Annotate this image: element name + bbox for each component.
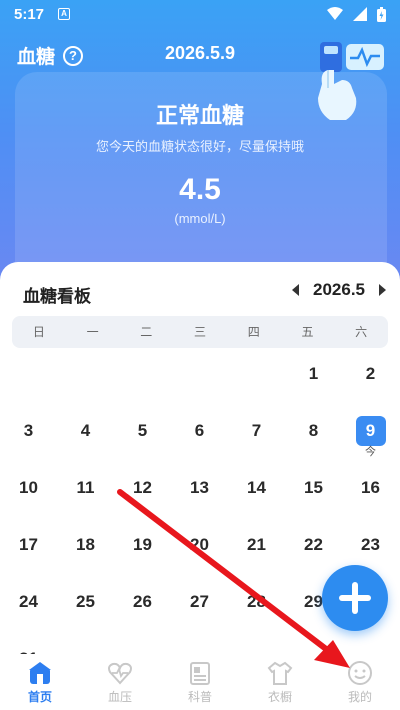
calendar-day[interactable]: 18 bbox=[57, 529, 114, 569]
weekday-label: 二 bbox=[140, 325, 153, 339]
glucose-value: 4.5 bbox=[179, 173, 221, 206]
add-record-button[interactable] bbox=[322, 565, 388, 631]
calendar-day[interactable]: 5 bbox=[114, 415, 171, 455]
tab-label: 血压 bbox=[107, 690, 132, 704]
calendar-day-number: 12 bbox=[133, 478, 152, 497]
calendar-day[interactable]: 25 bbox=[57, 586, 114, 626]
tab-article[interactable]: 科普 bbox=[160, 654, 240, 710]
calendar-day-number: 7 bbox=[251, 421, 262, 440]
calendar-day-number: 17 bbox=[19, 535, 38, 554]
month-label: 2026.5 bbox=[313, 280, 365, 299]
tab-home[interactable]: 首页 bbox=[0, 654, 80, 710]
weekday-label: 五 bbox=[301, 325, 314, 339]
calendar-day-number: 19 bbox=[133, 535, 152, 554]
calendar-day[interactable]: 27 bbox=[171, 586, 228, 626]
calendar-day-number: 11 bbox=[76, 478, 95, 497]
month-navigator: 2026.5 bbox=[292, 280, 386, 300]
calendar-day-number: 24 bbox=[19, 592, 38, 611]
weekday-label: 一 bbox=[86, 325, 99, 339]
signal-icon bbox=[353, 7, 367, 21]
article-icon bbox=[187, 660, 213, 686]
calendar-day[interactable]: 9今 bbox=[342, 415, 399, 458]
calendar-day-number: 8 bbox=[308, 421, 319, 440]
calendar-day-number: 22 bbox=[304, 535, 323, 554]
status-time: 5:17 bbox=[14, 5, 45, 23]
calendar-day[interactable]: 7 bbox=[228, 415, 285, 455]
status-bar: 5:17 A bbox=[0, 0, 400, 28]
weekday-label: 三 bbox=[194, 325, 207, 339]
calendar-day[interactable]: 22 bbox=[285, 529, 342, 569]
calendar-day-number: 6 bbox=[194, 421, 205, 440]
calendar-day[interactable]: 6 bbox=[171, 415, 228, 455]
calendar-day-number: 28 bbox=[247, 592, 266, 611]
calendar-day[interactable]: 19 bbox=[114, 529, 171, 569]
calendar-day-number: 27 bbox=[190, 592, 209, 611]
calendar-day[interactable]: 20 bbox=[171, 529, 228, 569]
weekday-label: 六 bbox=[355, 325, 368, 339]
calendar-day-number: 23 bbox=[361, 535, 380, 554]
tab-heart-pulse[interactable]: 血压 bbox=[80, 654, 160, 710]
calendar-day-number: 29 bbox=[304, 592, 323, 611]
calendar-day-number: 13 bbox=[190, 478, 209, 497]
calendar-day[interactable]: 28 bbox=[228, 586, 285, 626]
calendar-day-number: 16 bbox=[361, 478, 380, 497]
calendar-day-number: 21 bbox=[247, 535, 266, 554]
battery-icon bbox=[377, 6, 386, 22]
calendar-day-number: 3 bbox=[23, 421, 34, 440]
calendar-day-number: 10 bbox=[19, 478, 38, 497]
calendar-day-number: 4 bbox=[80, 421, 91, 440]
board-title: 血糖看板 bbox=[23, 287, 91, 306]
heart-pulse-icon bbox=[107, 660, 133, 686]
calendar-day[interactable]: 4 bbox=[57, 415, 114, 455]
home-icon bbox=[27, 660, 53, 686]
calendar-day[interactable]: 21 bbox=[228, 529, 285, 569]
weekday-label: 日 bbox=[32, 325, 45, 339]
glucose-board: 血糖看板 2026.5 日一二三四五六 1 2 3 4 5 6 7 8 9 今 10 11 12 13 14… bbox=[0, 262, 400, 710]
shirt-icon bbox=[267, 660, 293, 686]
calendar-day[interactable]: 2 bbox=[342, 358, 399, 398]
smile-icon bbox=[347, 660, 373, 686]
calendar-day-number: 2 bbox=[365, 364, 376, 383]
calendar-day-number: 18 bbox=[76, 535, 95, 554]
calendar-day[interactable]: 13 bbox=[171, 472, 228, 512]
calendar-day[interactable]: 14 bbox=[228, 472, 285, 512]
calendar-day[interactable]: 15 bbox=[285, 472, 342, 512]
calendar-day-number: 25 bbox=[76, 592, 95, 611]
tab-label: 衣橱 bbox=[267, 690, 292, 704]
calendar-day[interactable]: 10 bbox=[0, 472, 57, 512]
calendar-day-number: 14 bbox=[247, 478, 266, 497]
weekday-label: 四 bbox=[247, 325, 260, 339]
calendar-day-number: 20 bbox=[190, 535, 209, 554]
weekday-header: 日一二三四五六 bbox=[12, 316, 388, 348]
calendar-day[interactable]: 3 bbox=[0, 415, 57, 455]
tab-label: 首页 bbox=[27, 690, 52, 704]
calendar-day[interactable]: 8 bbox=[285, 415, 342, 455]
calendar-day-number: 9 bbox=[355, 416, 386, 446]
wifi-icon bbox=[327, 7, 343, 20]
tab-label: 科普 bbox=[187, 690, 212, 704]
glucose-status-title: 正常血糖 bbox=[155, 103, 244, 128]
calendar-day[interactable]: 1 bbox=[285, 358, 342, 398]
prev-month-icon[interactable] bbox=[292, 284, 299, 296]
calendar-day[interactable]: 24 bbox=[0, 586, 57, 626]
calendar-day[interactable]: 11 bbox=[57, 472, 114, 512]
calendar-day-number: 26 bbox=[133, 592, 152, 611]
glucose-status-subtitle: 您今天的血糖状态很好，尽量保持哦 bbox=[95, 139, 304, 154]
calendar-day[interactable]: 12 bbox=[114, 472, 171, 512]
calendar-day-number: 1 bbox=[308, 364, 319, 383]
calendar-day[interactable]: 16 bbox=[342, 472, 399, 512]
bottom-tab-bar: 首页 血压 科普 衣橱 我的 bbox=[0, 654, 400, 710]
calendar-day-number: 15 bbox=[304, 478, 323, 497]
tab-smile[interactable]: 我的 bbox=[320, 654, 400, 710]
next-month-icon[interactable] bbox=[379, 284, 386, 296]
calendar-day[interactable]: 23 bbox=[342, 529, 399, 569]
tab-shirt[interactable]: 衣橱 bbox=[240, 654, 320, 710]
glucose-unit: (mmol/L) bbox=[174, 211, 226, 226]
calendar-day[interactable]: 26 bbox=[114, 586, 171, 626]
calendar-day-number: 5 bbox=[137, 421, 148, 440]
notification-a-icon: A bbox=[58, 8, 71, 20]
calendar-day[interactable]: 17 bbox=[0, 529, 57, 569]
tab-label: 我的 bbox=[347, 690, 372, 704]
today-label: 今 bbox=[365, 446, 376, 458]
